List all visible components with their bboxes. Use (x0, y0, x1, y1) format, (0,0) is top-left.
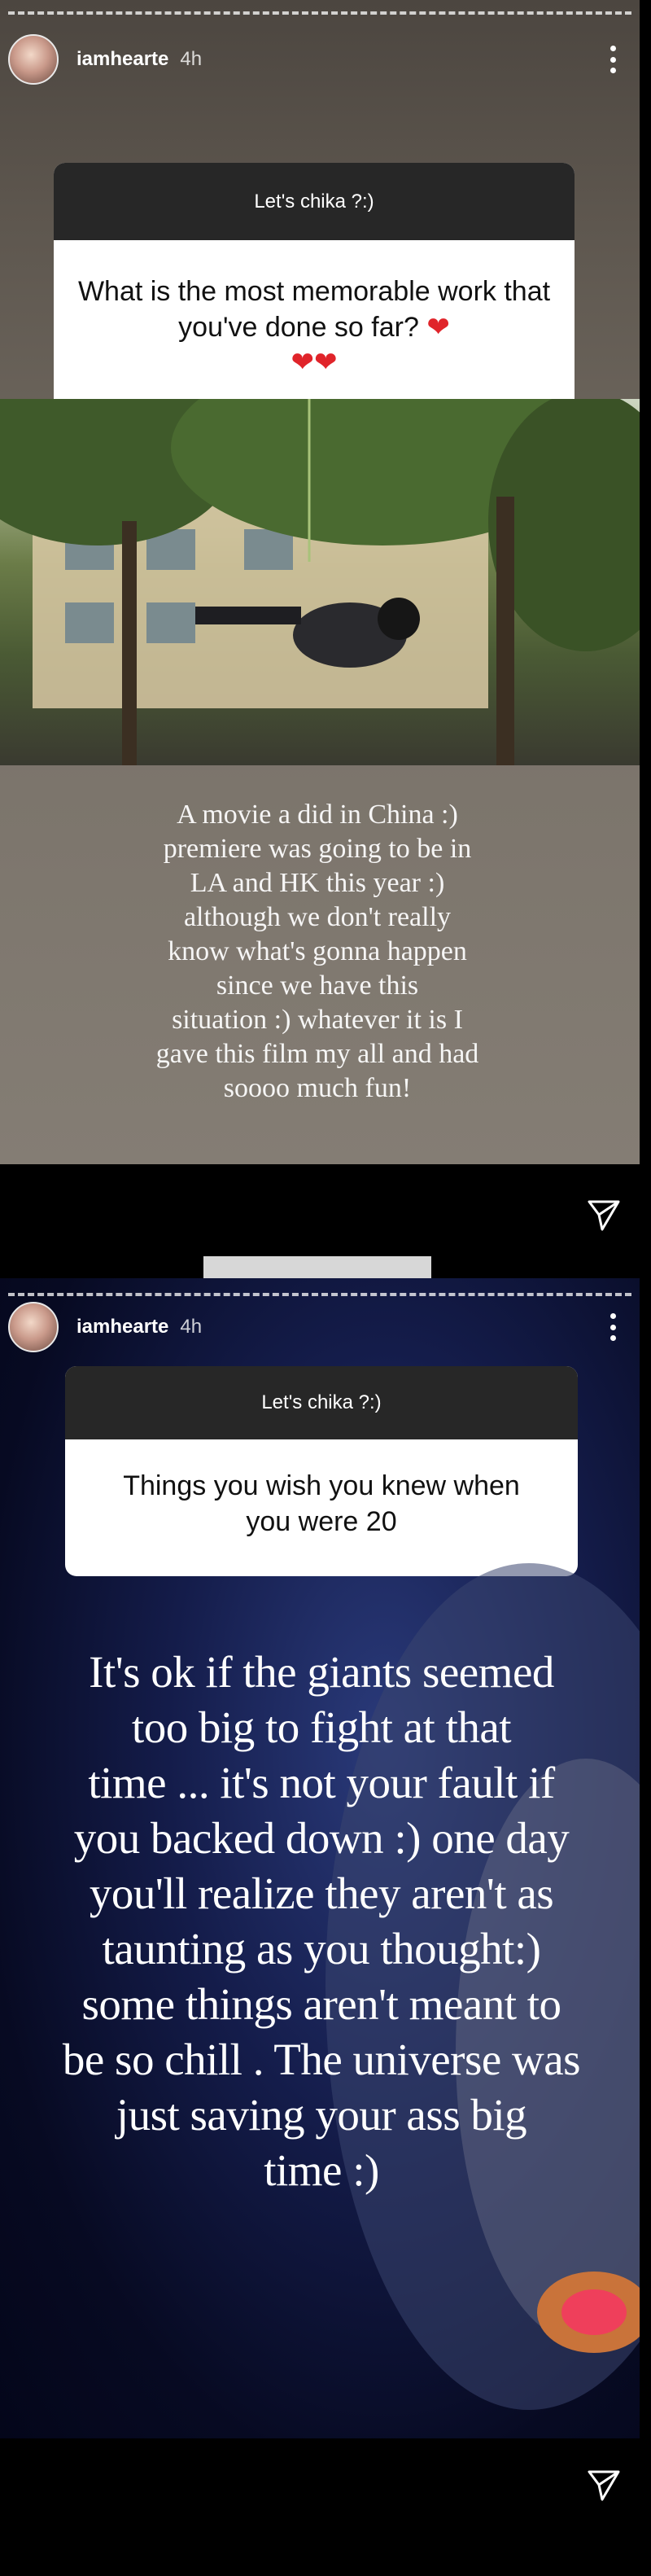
more-options-icon[interactable] (610, 46, 617, 73)
question-sticker: Let's chika ?:) What is the most memorab… (54, 163, 575, 422)
answer-text: A movie a did in China :) premiere was g… (155, 800, 479, 1103)
username[interactable]: iamhearte (76, 1316, 168, 1338)
username[interactable]: iamhearte (76, 48, 168, 71)
avatar[interactable] (8, 34, 59, 85)
question-text: What is the most memorable work that you… (77, 276, 551, 379)
question-sticker-title: Let's chika ?:) (54, 163, 575, 240)
send-icon[interactable] (586, 1197, 622, 1233)
answer-text: It's ok if the giants seemed too big to … (62, 1647, 581, 2195)
story-progress-bar (8, 11, 631, 18)
story-card-1: iamhearte 4h Let's chika ?:) What is the… (0, 0, 640, 1164)
story-card-2: iamhearte 4h Let's chika ?:) Things you … (0, 1278, 640, 2438)
avatar[interactable] (8, 1302, 59, 1352)
post-time: 4h (180, 48, 203, 70)
post-time: 4h (180, 1316, 203, 1338)
heart-icon: ❤ (291, 347, 315, 379)
more-options-icon[interactable] (610, 1313, 617, 1341)
question-sticker-title: Let's chika ?:) (65, 1366, 578, 1439)
heart-icon: ❤ (314, 347, 338, 379)
story-photo (0, 350, 640, 765)
story-header: iamhearte 4h (8, 1299, 631, 1356)
send-icon[interactable] (586, 2467, 622, 2503)
heart-icon: ❤ (426, 311, 450, 343)
story-header: iamhearte 4h (8, 31, 631, 88)
